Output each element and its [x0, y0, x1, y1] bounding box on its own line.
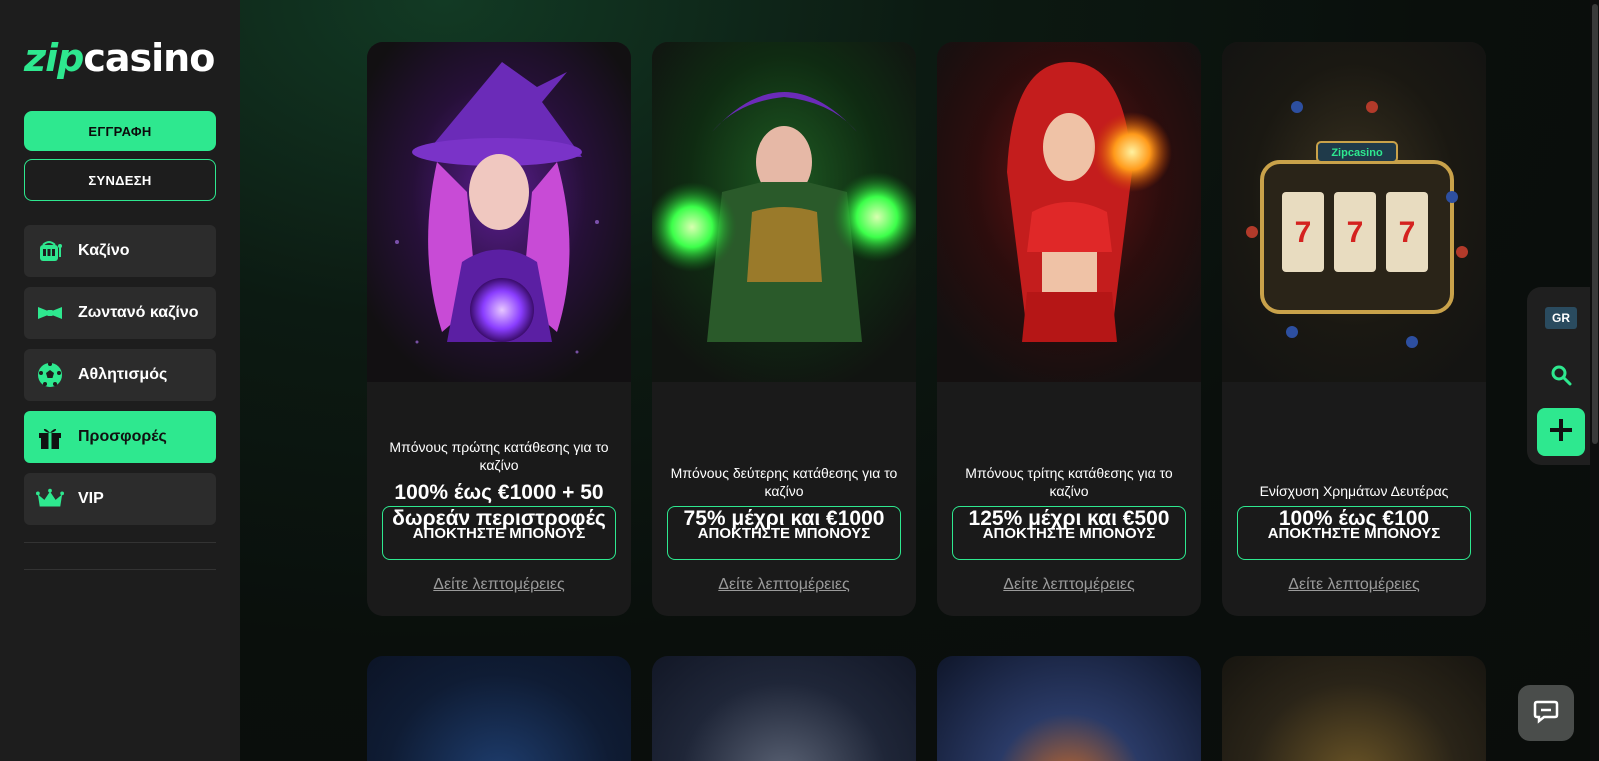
plus-button[interactable] — [1537, 408, 1585, 456]
sidebar-item-label: Αθλητισμός — [78, 366, 168, 383]
chat-bubble-icon — [1533, 698, 1559, 729]
promo-subtitle: Μπόνους πρώτης κατάθεσης για το καζίνο — [389, 439, 609, 473]
sidebar: zip casino ΕΓΓΡΑΦΗ ΣΥΝΔΕΣΗ Καζίνο Ζωντανό… — [0, 0, 240, 761]
svg-text:7: 7 — [1295, 216, 1312, 249]
search-icon[interactable] — [1549, 363, 1573, 387]
sidebar-item-casino[interactable]: Καζίνο — [24, 225, 216, 277]
svg-text:7: 7 — [1347, 216, 1364, 249]
sidebar-item-label: Καζίνο — [78, 242, 130, 259]
promo-card-second-deposit: Μπόνους δεύτερης κατάθεσης για το καζίνο… — [652, 42, 916, 616]
svg-text:7: 7 — [1399, 216, 1416, 249]
promo-card-partial — [937, 656, 1201, 761]
sidebar-item-label: VIP — [78, 490, 104, 507]
promo-card-partial — [367, 656, 631, 761]
get-bonus-button[interactable]: ΑΠΟΚΤΗΣΤΕ ΜΠΟΝΟΥΣ — [667, 506, 901, 560]
promo-card-monday-reload: 7 7 7 Zipcasino Ενίσχυση Χρημάτων Δευτέρ… — [1222, 42, 1486, 616]
bowtie-icon — [36, 299, 64, 327]
sidebar-divider — [24, 569, 216, 570]
get-bonus-button[interactable]: ΑΠΟΚΤΗΣΤΕ ΜΠΟΝΟΥΣ — [952, 506, 1186, 560]
promo-card-third-deposit: Μπόνους τρίτης κατάθεσης για το καζίνο 1… — [937, 42, 1201, 616]
live-chat-button[interactable] — [1518, 685, 1574, 741]
sidebar-item-label: Προσφορές — [78, 428, 167, 445]
logo-zip-text: zip — [24, 36, 84, 80]
zipcasino-logo[interactable]: zip casino — [24, 36, 215, 80]
slot-machine-icon — [36, 237, 64, 265]
promotions-main: Μπόνους πρώτης κατάθεσης για το καζίνο 1… — [240, 0, 1599, 761]
get-bonus-button[interactable]: ΑΠΟΚΤΗΣΤΕ ΜΠΟΝΟΥΣ — [1237, 506, 1471, 560]
register-button[interactable]: ΕΓΓΡΑΦΗ — [24, 111, 216, 151]
crown-icon — [36, 485, 64, 513]
gift-icon — [36, 423, 64, 451]
slot-machine-gold-illustration: 7 7 7 Zipcasino — [1222, 42, 1486, 382]
sidebar-item-label: Ζωντανό καζίνο — [78, 304, 199, 321]
sidebar-divider — [24, 542, 216, 543]
promo-card-partial — [652, 656, 916, 761]
logo-casino-text: casino — [83, 36, 215, 80]
promo-subtitle: Ενίσχυση Χρημάτων Δευτέρας — [1259, 483, 1449, 499]
witch-purple-illustration — [367, 42, 631, 382]
get-bonus-button[interactable]: ΑΠΟΚΤΗΣΤΕ ΜΠΟΝΟΥΣ — [382, 506, 616, 560]
login-button[interactable]: ΣΥΝΔΕΣΗ — [24, 159, 216, 201]
see-details-link[interactable]: Δείτε λεπτομέρειες — [367, 576, 631, 594]
plus-icon — [1548, 417, 1574, 448]
see-details-link[interactable]: Δείτε λεπτομέρειες — [652, 576, 916, 594]
fire-sorceress-red-illustration — [937, 42, 1201, 382]
sidebar-item-promotions[interactable]: Προσφορές — [24, 411, 216, 463]
sidebar-item-live-casino[interactable]: Ζωντανό καζίνο — [24, 287, 216, 339]
promo-card-partial — [1222, 656, 1486, 761]
sidebar-item-vip[interactable]: VIP — [24, 473, 216, 525]
language-selector[interactable]: GR — [1545, 307, 1577, 329]
promo-subtitle: Μπόνους τρίτης κατάθεσης για το καζίνο — [965, 465, 1173, 499]
floating-tools-panel: GR — [1527, 287, 1599, 465]
art-logo-text: Zipcasino — [1331, 147, 1383, 159]
sidebar-item-sports[interactable]: Αθλητισμός — [24, 349, 216, 401]
see-details-link[interactable]: Δείτε λεπτομέρειες — [1222, 576, 1486, 594]
promo-card-first-deposit: Μπόνους πρώτης κατάθεσης για το καζίνο 1… — [367, 42, 631, 616]
see-details-link[interactable]: Δείτε λεπτομέρειες — [937, 576, 1201, 594]
scrollbar-thumb[interactable] — [1592, 4, 1598, 444]
soccer-ball-icon — [36, 361, 64, 389]
promo-subtitle: Μπόνους δεύτερης κατάθεσης για το καζίνο — [670, 465, 898, 499]
sorceress-green-illustration — [652, 42, 916, 382]
